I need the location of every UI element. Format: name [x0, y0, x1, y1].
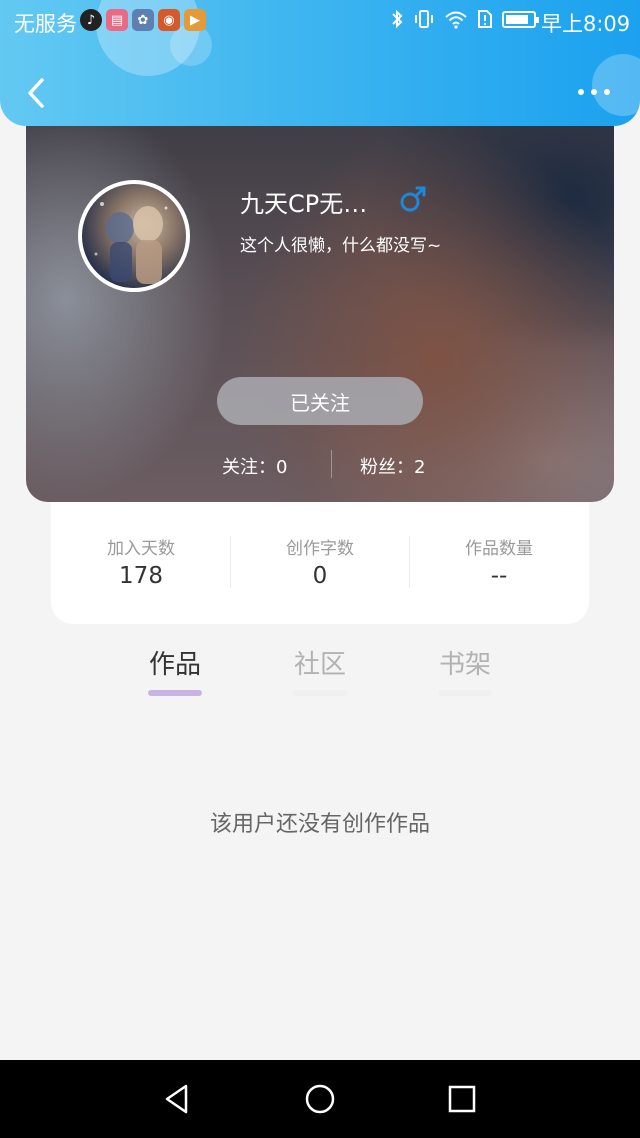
- stat-value: 178: [119, 563, 163, 589]
- notes-icon: ▤: [106, 9, 128, 31]
- clock: 早上8:09: [541, 12, 631, 36]
- tab-indicator: [148, 690, 202, 696]
- divider: [331, 450, 332, 478]
- home-circle-icon[interactable]: [303, 1082, 337, 1116]
- stat-value: --: [490, 563, 508, 589]
- sim-alert-icon: [478, 10, 492, 28]
- empty-message: 该用户还没有创作作品: [209, 812, 430, 837]
- more-button[interactable]: [574, 80, 614, 104]
- tiktok-icon: ♪: [80, 9, 102, 31]
- browser-icon: ◉: [158, 9, 180, 31]
- fans-count[interactable]: 粉丝：2: [360, 453, 425, 479]
- bluetooth-icon: [392, 9, 403, 29]
- tab-works[interactable]: 作品: [140, 644, 210, 681]
- stat-word-count: 创作字数 0: [230, 534, 410, 589]
- carrier-text: 无服务: [14, 12, 77, 36]
- stat-label: 作品数量: [465, 539, 533, 559]
- male-icon: [400, 186, 426, 212]
- wifi-icon: [445, 11, 467, 29]
- back-triangle-icon[interactable]: [160, 1082, 194, 1116]
- system-nav-bar: [0, 1060, 640, 1138]
- user-bio: 这个人很懒，什么都没写~: [240, 236, 442, 256]
- tab-underline: [293, 690, 347, 696]
- tab-bookshelf[interactable]: 书架: [430, 644, 500, 681]
- vibrate-icon: [415, 10, 433, 28]
- tab-community[interactable]: 社区: [285, 644, 355, 681]
- stat-value: 0: [312, 563, 328, 589]
- battery-icon: [502, 10, 539, 28]
- tab-underline: [438, 690, 492, 696]
- profile-card: 九天CP无… 这个人很懒，什么都没写~ 已关注 关注：0 粉丝：2: [26, 100, 614, 502]
- back-button[interactable]: [22, 74, 52, 112]
- avatar-image: [94, 202, 168, 284]
- system-icons: [390, 9, 539, 29]
- stat-works-count: 作品数量 --: [409, 534, 589, 589]
- followed-button[interactable]: 已关注: [217, 377, 423, 425]
- stat-label: 加入天数: [107, 539, 175, 559]
- username: 九天CP无…: [240, 190, 368, 218]
- notification-icons: ♪ ▤ ✿ ◉ ▶: [80, 9, 206, 31]
- stat-label: 创作字数: [286, 539, 354, 559]
- app-header: 无服务 ♪ ▤ ✿ ◉ ▶ 早上8:09: [0, 0, 640, 126]
- following-count[interactable]: 关注：0: [222, 453, 287, 479]
- video-icon: ▶: [184, 9, 206, 31]
- recents-square-icon[interactable]: [445, 1082, 479, 1116]
- stats-panel: 加入天数 178 创作字数 0 作品数量 --: [51, 494, 589, 624]
- stat-join-days: 加入天数 178: [51, 534, 231, 589]
- status-bar: 无服务 ♪ ▤ ✿ ◉ ▶ 早上8:09: [0, 0, 640, 44]
- baidu-icon: ✿: [132, 9, 154, 31]
- avatar[interactable]: [78, 180, 190, 292]
